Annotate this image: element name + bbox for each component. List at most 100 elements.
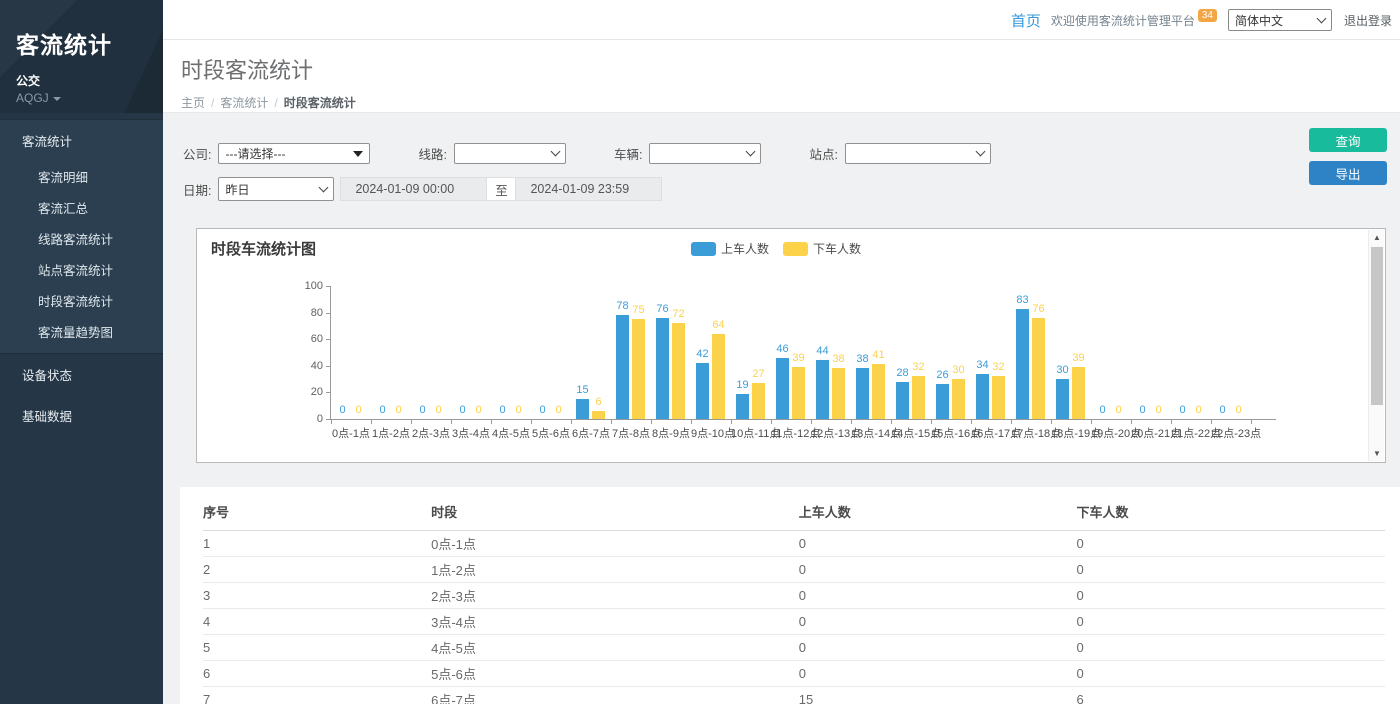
bar-上车人数[interactable] (696, 363, 709, 419)
scrollbar-thumb[interactable] (1371, 247, 1383, 405)
chevron-down-icon (975, 147, 985, 157)
table-cell: 5点-6点 (431, 661, 799, 687)
bar-上车人数[interactable] (776, 358, 789, 419)
date-start-input[interactable]: 2024-01-09 00:00 (340, 177, 487, 201)
table-cell: 2 (203, 557, 431, 583)
bar-下车人数[interactable] (712, 334, 725, 419)
sidebar-item-客流统计[interactable]: 客流统计 (0, 120, 163, 161)
page-title: 时段客流统计 (181, 53, 1400, 85)
table-row: 76点-7点156 (203, 687, 1385, 704)
sidebar-item-时段客流统计[interactable]: 时段客流统计 (0, 285, 163, 316)
bar-下车人数[interactable] (872, 364, 885, 419)
x-tick-mark (691, 420, 692, 424)
sidebar-item-客流明细[interactable]: 客流明细 (0, 161, 163, 192)
bar-value-label: 64 (704, 319, 734, 331)
sidebar-item-基础数据[interactable]: 基础数据 (0, 395, 163, 436)
y-tick-label: 60 (293, 333, 323, 345)
sidebar-item-站点客流统计[interactable]: 站点客流统计 (0, 254, 163, 285)
bar-下车人数[interactable] (792, 367, 805, 419)
notification-badge[interactable]: 34 (1198, 9, 1217, 22)
x-tick-mark (571, 420, 572, 424)
language-select[interactable]: 简体中文 (1228, 9, 1332, 31)
bar-下车人数[interactable] (592, 411, 605, 419)
vehicle-select[interactable] (649, 143, 761, 164)
chevron-down-icon (319, 182, 329, 192)
sidebar-item-线路客流统计[interactable]: 线路客流统计 (0, 223, 163, 254)
sidebar-group-1: 设备状态 (0, 354, 163, 395)
bar-上车人数[interactable] (1016, 309, 1029, 419)
x-tick-mark (1211, 420, 1212, 424)
table-body: 10点-1点0021点-2点0032点-3点0043点-4点0054点-5点00… (203, 531, 1385, 704)
logout-link[interactable]: 退出登录 (1344, 12, 1392, 29)
bar-value-label: 0 (1224, 404, 1254, 416)
x-tick-mark (1131, 420, 1132, 424)
bar-value-label: 32 (984, 361, 1014, 373)
vertical-scrollbar[interactable]: ▲ ▼ (1368, 230, 1384, 461)
bar-下车人数[interactable] (952, 379, 965, 419)
bar-下车人数[interactable] (752, 383, 765, 419)
scroll-down-icon[interactable]: ▼ (1369, 446, 1385, 461)
date-preset-select[interactable]: 昨日 (218, 177, 334, 201)
x-category-label: 4点-5点 (491, 425, 531, 441)
x-category-label: 7点-8点 (611, 425, 651, 441)
y-tick-mark (326, 419, 330, 420)
export-button[interactable]: 导出 (1309, 161, 1387, 185)
y-tick-mark (326, 313, 330, 314)
bar-上车人数[interactable] (976, 374, 989, 419)
x-tick-mark (771, 420, 772, 424)
legend-item-上车人数[interactable]: 上车人数 (691, 240, 769, 257)
bar-下车人数[interactable] (1032, 318, 1045, 419)
brand-org: 公交 (16, 72, 163, 89)
bar-上车人数[interactable] (736, 394, 749, 419)
x-tick-mark (811, 420, 812, 424)
x-category-label: 22点-23点 (1211, 425, 1251, 441)
line-select[interactable] (454, 143, 566, 164)
x-tick-mark (731, 420, 732, 424)
bar-chart: 020406080100000点-1点001点-2点002点-3点003点-4点… (331, 286, 1281, 419)
chevron-down-icon (53, 97, 61, 101)
legend-swatch-icon (691, 242, 716, 256)
column-header-下车人数: 下车人数 (1076, 496, 1385, 531)
query-button[interactable]: 查询 (1309, 128, 1387, 152)
bar-上车人数[interactable] (656, 318, 669, 419)
bar-上车人数[interactable] (856, 368, 869, 419)
x-category-label: 13点-14点 (851, 425, 891, 441)
legend-item-下车人数[interactable]: 下车人数 (783, 240, 861, 257)
scroll-up-icon[interactable]: ▲ (1369, 230, 1385, 245)
bar-上车人数[interactable] (1056, 379, 1069, 419)
sidebar-item-设备状态[interactable]: 设备状态 (0, 354, 163, 395)
bar-上车人数[interactable] (816, 360, 829, 419)
x-tick-mark (971, 420, 972, 424)
x-tick-mark (1011, 420, 1012, 424)
bar-下车人数[interactable] (832, 368, 845, 419)
bar-上车人数[interactable] (936, 384, 949, 419)
home-link[interactable]: 首页 (1011, 10, 1041, 31)
bar-value-label: 72 (664, 308, 694, 320)
breadcrumb-item: 时段客流统计 (284, 96, 356, 110)
table-cell: 0 (1076, 635, 1385, 661)
station-select[interactable] (845, 143, 991, 164)
x-category-label: 19点-20点 (1091, 425, 1131, 441)
sidebar-item-客流量趋势图[interactable]: 客流量趋势图 (0, 316, 163, 353)
bar-下车人数[interactable] (992, 376, 1005, 419)
y-tick-label: 20 (293, 386, 323, 398)
bar-下车人数[interactable] (632, 319, 645, 419)
welcome-text[interactable]: 欢迎使用客流统计管理平台34 (1051, 12, 1214, 29)
chevron-down-icon (1317, 13, 1327, 23)
bar-下车人数[interactable] (672, 323, 685, 419)
bar-上车人数[interactable] (616, 315, 629, 419)
bar-下车人数[interactable] (1072, 367, 1085, 419)
x-category-label: 1点-2点 (371, 425, 411, 441)
breadcrumb-item[interactable]: 客流统计 (220, 96, 268, 110)
breadcrumb-item[interactable]: 主页 (181, 96, 205, 110)
org-code-dropdown[interactable]: AQGJ (16, 91, 163, 105)
bar-value-label: 0 (544, 404, 574, 416)
x-category-label: 5点-6点 (531, 425, 571, 441)
bar-下车人数[interactable] (912, 376, 925, 419)
date-end-input[interactable]: 2024-01-09 23:59 (515, 177, 662, 201)
filter-row-1: 公司: ---请选择--- 线路: 车辆: 站点: (183, 143, 1400, 164)
company-select[interactable]: ---请选择--- (218, 143, 370, 164)
bar-上车人数[interactable] (896, 382, 909, 419)
x-tick-mark (651, 420, 652, 424)
sidebar-item-客流汇总[interactable]: 客流汇总 (0, 192, 163, 223)
